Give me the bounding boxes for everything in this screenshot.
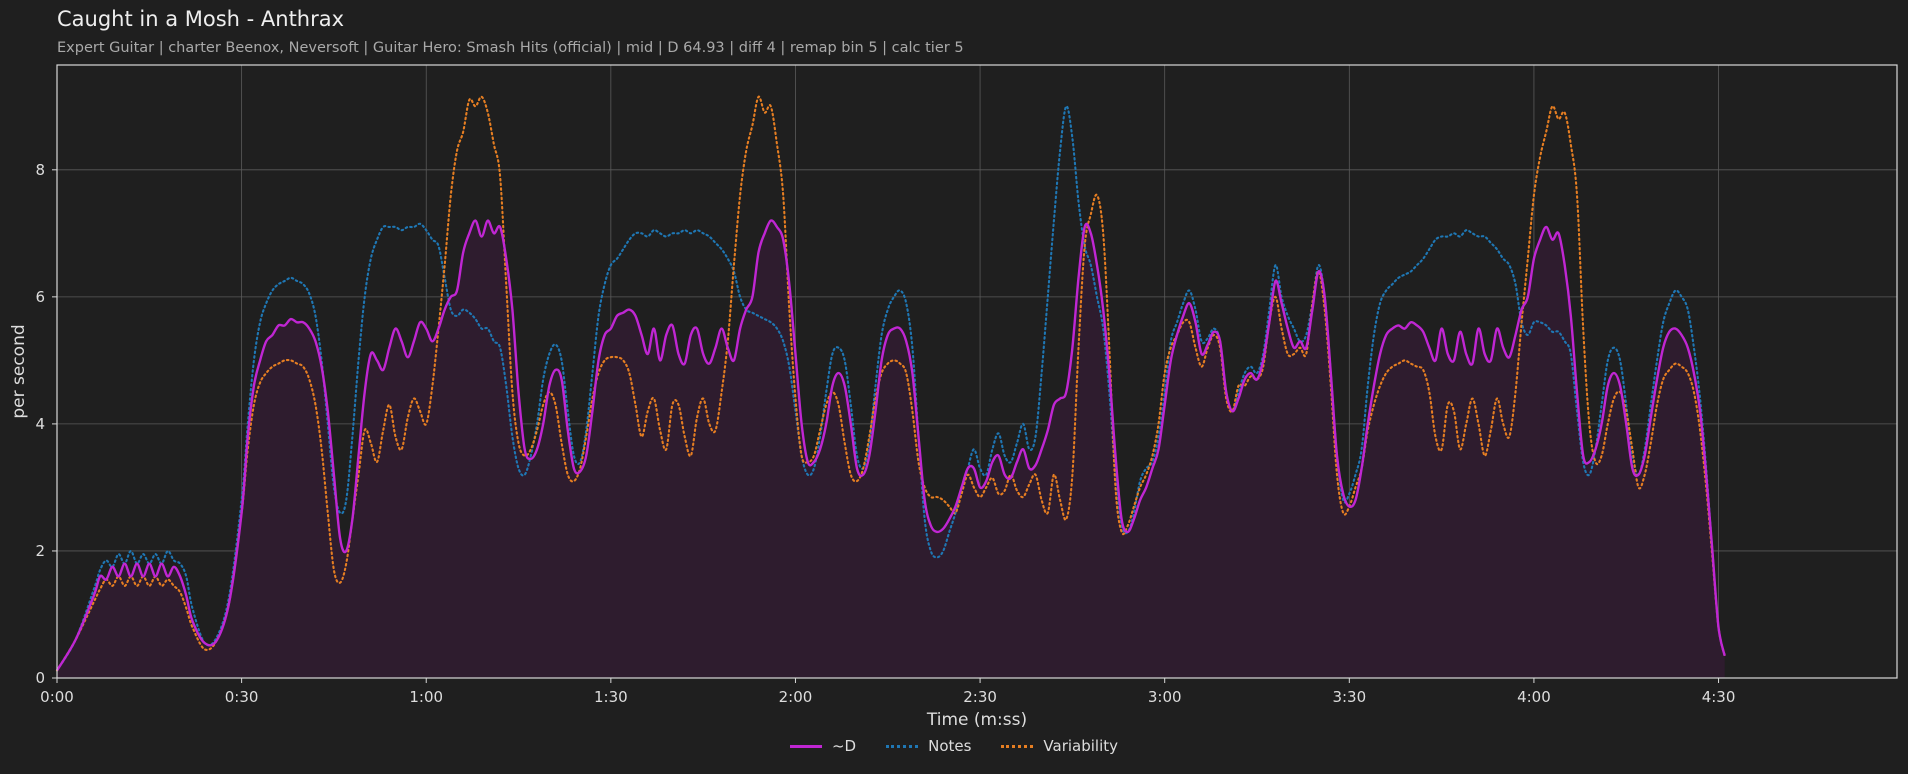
x-tick-label: 4:30 xyxy=(1702,688,1736,706)
y-tick-label: 8 xyxy=(35,161,45,179)
chart-canvas: 0:00 0:30 1:00 1:30 2:00 2:30 3:00 3:30 4:00 4:30… xyxy=(9,64,1898,730)
legend: ~D Notes Variability xyxy=(0,737,1908,755)
x-tick-label: 0:30 xyxy=(225,688,259,706)
y-axis-label: per second xyxy=(9,324,29,418)
legend-swatch-notes xyxy=(886,744,919,748)
legend-swatch-d xyxy=(789,744,822,748)
x-tick-label: 0:00 xyxy=(40,688,74,706)
y-tick-label: 4 xyxy=(35,415,45,433)
legend-item-variability: Variability xyxy=(1001,737,1118,755)
x-tick-label: 3:30 xyxy=(1332,688,1366,706)
x-axis-label: Time (m:ss) xyxy=(926,710,1027,730)
x-tick-label: 2:00 xyxy=(779,688,813,706)
x-tick-label: 4:00 xyxy=(1517,688,1551,706)
y-tick-label: 0 xyxy=(35,669,45,687)
x-tick-label: 2:30 xyxy=(963,688,997,706)
legend-item-notes: Notes xyxy=(886,737,971,755)
legend-item-d: ~D xyxy=(789,737,857,755)
legend-label-d: ~D xyxy=(831,737,857,755)
y-tick-label: 6 xyxy=(35,288,45,306)
x-tick-label: 1:00 xyxy=(409,688,443,706)
x-tick-label: 3:00 xyxy=(1148,688,1182,706)
x-tick-label: 1:30 xyxy=(594,688,628,706)
y-tick-label: 2 xyxy=(35,542,45,560)
legend-label-notes: Notes xyxy=(928,737,972,755)
legend-label-variability: Variability xyxy=(1043,737,1119,755)
legend-swatch-variability xyxy=(1001,744,1034,748)
